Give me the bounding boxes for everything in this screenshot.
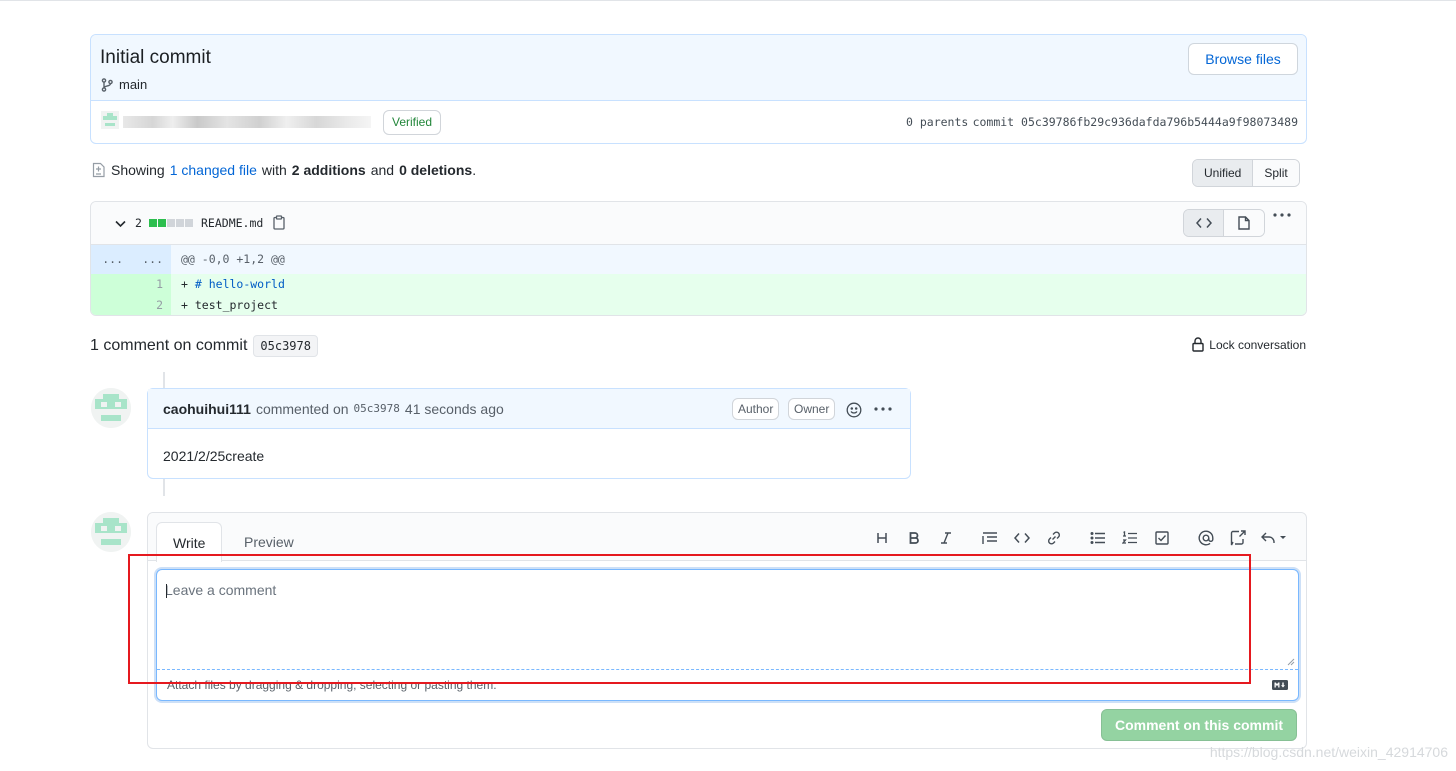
bold-icon[interactable] (898, 528, 930, 548)
file-view-toggle (1183, 209, 1265, 237)
smiley-icon[interactable] (846, 402, 862, 418)
tab-write[interactable]: Write (156, 522, 223, 562)
file-diff-icon (92, 162, 105, 178)
comment-action: commented on (255, 400, 349, 417)
hunk-header-row: ... ... @@ -0,0 +1,2 @@ (91, 245, 1306, 274)
line-code: + test_project (181, 298, 278, 312)
lock-icon (1192, 337, 1204, 352)
commenter-avatar[interactable] (91, 388, 131, 428)
mention-icon[interactable] (1190, 528, 1222, 548)
verified-badge[interactable]: Verified (383, 110, 442, 135)
comment-editor: Attach files by dragging & dropping, sel… (156, 569, 1299, 701)
task-list-icon[interactable] (1146, 528, 1178, 548)
comment-textarea[interactable] (157, 570, 1298, 669)
comment-sha[interactable]: 05c3978 (354, 402, 400, 415)
commit-sha-value: 05c39786fb29c936dafda796b5444a9f98073489 (1021, 115, 1298, 129)
file-diff: 2 README.md ... ... @@ -0,0 +1,2 @@ 1 + … (90, 201, 1307, 316)
italic-icon[interactable] (930, 528, 962, 548)
commit-sha-label: commit (972, 115, 1015, 129)
summary-with: with (261, 162, 287, 178)
comment-header: caohuihui111 commented on 05c3978 41 sec… (148, 389, 910, 429)
line-code: + # hello-world (181, 277, 285, 291)
hunk-header: @@ -0,0 +1,2 @@ (181, 252, 285, 266)
markdown-toolbar (866, 528, 1294, 548)
parents-count: 0 parents (906, 115, 969, 129)
chevron-down-icon[interactable] (115, 220, 126, 228)
comments-heading: 1 comment on commit 05c3978 (90, 335, 318, 357)
quote-icon[interactable] (974, 528, 1006, 548)
file-change-count: 2 (135, 216, 142, 230)
file-icon (1238, 216, 1250, 230)
top-divider (0, 0, 1456, 1)
file-name[interactable]: README.md (201, 216, 263, 230)
comment-author[interactable]: caohuihui111 (163, 401, 251, 417)
summary-and: and (370, 162, 395, 178)
split-view-button[interactable]: Split (1253, 160, 1299, 186)
comments-heading-text: 1 comment on commit (90, 337, 248, 354)
commit-sha: commit 05c39786fb29c936dafda796b5444a9f9… (973, 115, 1298, 129)
file-header: 2 README.md (91, 202, 1306, 245)
deletions-count: 0 deletions. (399, 162, 477, 178)
reply-icon[interactable] (1254, 528, 1294, 548)
changed-files-link[interactable]: 1 changed file (170, 162, 257, 178)
unified-view-button[interactable]: Unified (1193, 160, 1254, 186)
kebab-horizontal-icon[interactable] (874, 407, 892, 411)
unordered-list-icon[interactable] (1082, 528, 1114, 548)
text-caret (166, 584, 167, 598)
branch-indicator: main (101, 77, 147, 92)
lock-conversation-label: Lock conversation (1209, 337, 1306, 352)
diff-line: 2 + test_project (91, 295, 1306, 315)
heading-icon[interactable] (866, 528, 898, 548)
hunk-expand-right[interactable]: ... (131, 245, 171, 274)
kebab-horizontal-icon[interactable] (1273, 213, 1291, 217)
rich-view-button[interactable] (1224, 210, 1264, 236)
commit-comment: caohuihui111 commented on 05c3978 41 sec… (147, 388, 911, 479)
diffstat-bar (149, 219, 193, 227)
line-number[interactable]: 2 (131, 295, 171, 315)
clipboard-icon[interactable] (273, 215, 285, 230)
markdown-icon[interactable] (1272, 680, 1288, 690)
author-avatar[interactable] (101, 111, 119, 129)
current-user-avatar[interactable] (91, 512, 131, 552)
comment-time[interactable]: 41 seconds ago (405, 401, 504, 417)
comment-body: 2021/2/25create (163, 448, 265, 464)
attach-files-bar[interactable]: Attach files by dragging & dropping, sel… (157, 669, 1298, 700)
code-icon[interactable] (1006, 528, 1038, 548)
diff-line: 1 + # hello-world (91, 274, 1306, 295)
ordered-list-icon[interactable] (1114, 528, 1146, 548)
commit-sha-chip: 05c3978 (253, 335, 318, 357)
branch-name[interactable]: main (119, 77, 147, 92)
comment-on-commit-button[interactable]: Comment on this commit (1101, 709, 1297, 741)
diff-view-toggle: Unified Split (1192, 159, 1300, 187)
author-badge: Author (732, 398, 780, 420)
hunk-expand-left[interactable]: ... (91, 245, 131, 274)
commit-title: Initial commit (100, 47, 211, 68)
summary-showing: Showing (111, 162, 165, 178)
author-name-redacted (123, 116, 371, 128)
code-icon (1195, 218, 1212, 228)
tab-preview[interactable]: Preview (228, 522, 310, 562)
watermark: https://blog.csdn.net/weixin_42914706 (1209, 744, 1448, 760)
owner-badge: Owner (788, 398, 836, 420)
reference-icon[interactable] (1222, 528, 1254, 548)
commit-meta: Verified 0 parents commit 05c39786fb29c9… (91, 101, 1306, 143)
additions-count: 2 additions (291, 162, 366, 178)
source-view-button[interactable] (1184, 210, 1224, 236)
new-comment-form: Write Preview Attach files by dragging &… (147, 512, 1307, 749)
line-number[interactable]: 1 (131, 274, 171, 295)
diff-summary: Showing 1 changed file with 2 additions … (92, 162, 476, 178)
lock-conversation-button[interactable]: Lock conversation (1192, 337, 1306, 352)
commit-box: Initial commit main Browse files Verifie… (90, 34, 1307, 144)
commit-header: Initial commit main Browse files (91, 35, 1306, 101)
git-branch-icon (101, 77, 113, 92)
browse-files-button[interactable]: Browse files (1188, 43, 1298, 75)
link-icon[interactable] (1038, 528, 1070, 548)
attach-files-hint: Attach files by dragging & dropping, sel… (167, 678, 497, 692)
resize-handle-icon[interactable] (1287, 658, 1295, 666)
comment-tabs-bar: Write Preview (148, 513, 1306, 562)
